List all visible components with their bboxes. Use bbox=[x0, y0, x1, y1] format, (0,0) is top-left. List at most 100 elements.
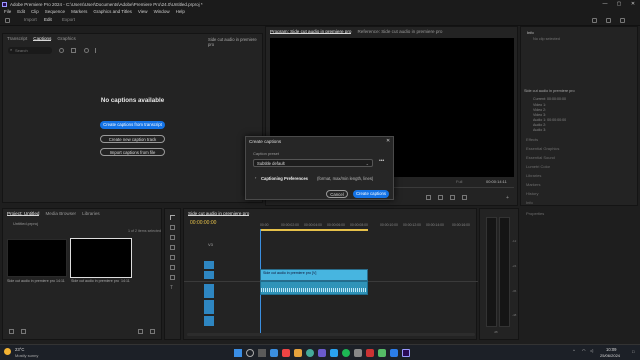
track-select-tool-icon[interactable] bbox=[170, 225, 175, 230]
create-new-caption-track-button[interactable]: Create new caption track bbox=[100, 135, 165, 143]
volume-icon[interactable]: ◁ bbox=[590, 348, 593, 353]
menu-edit[interactable]: Edit bbox=[17, 9, 25, 14]
workspace-icon[interactable] bbox=[592, 18, 597, 23]
track-target-a3[interactable] bbox=[204, 316, 214, 326]
captioning-preferences-toggle[interactable]: Captioning Preferences bbox=[261, 176, 308, 181]
chevron-right-icon[interactable]: › bbox=[255, 175, 256, 180]
maximize-button[interactable]: ▢ bbox=[612, 0, 626, 8]
timeline-timecode[interactable]: 00:00:00:00 bbox=[190, 220, 216, 226]
icon-view-icon[interactable] bbox=[21, 329, 26, 334]
pencil-icon[interactable] bbox=[95, 48, 100, 53]
list-view-icon[interactable] bbox=[9, 329, 14, 334]
tab-program[interactable]: Program: Side cut audio in premiere pro bbox=[270, 29, 352, 34]
track-target-v2[interactable] bbox=[204, 261, 214, 269]
selection-tool-icon[interactable] bbox=[170, 215, 175, 220]
weather-icon[interactable] bbox=[4, 348, 11, 355]
video-clip[interactable]: Side cut audio in premiere pro [V] bbox=[260, 269, 368, 281]
tab-sequence[interactable]: Side cut audio in premiere pro bbox=[188, 211, 250, 216]
panel-properties[interactable]: Properties bbox=[526, 211, 544, 216]
premiere-taskbar-icon[interactable] bbox=[402, 349, 410, 357]
slip-tool-icon[interactable] bbox=[170, 255, 175, 260]
merge-icon[interactable] bbox=[84, 48, 89, 53]
wifi-icon[interactable]: ◠ bbox=[582, 348, 586, 353]
search-icon[interactable] bbox=[246, 349, 254, 357]
quick-export-icon[interactable] bbox=[606, 18, 611, 23]
work-area-bar[interactable] bbox=[260, 229, 368, 231]
project-item-thumb[interactable] bbox=[7, 239, 67, 277]
new-item-icon[interactable] bbox=[138, 329, 143, 334]
tab-libraries[interactable]: Libraries bbox=[82, 211, 100, 216]
app-icon[interactable] bbox=[282, 349, 290, 357]
track-label-v3[interactable]: V3 bbox=[208, 242, 213, 247]
settings-icon[interactable] bbox=[59, 48, 64, 53]
pen-tool-icon[interactable] bbox=[170, 265, 175, 270]
windows-start-icon[interactable] bbox=[234, 349, 242, 357]
tab-transcript[interactable]: Transcript bbox=[7, 36, 27, 41]
workspace-tab-export[interactable]: Export bbox=[62, 17, 75, 22]
clock-date[interactable]: 25/06/2024 bbox=[600, 353, 620, 358]
spotify-icon[interactable] bbox=[342, 349, 350, 357]
workspace-tab-import[interactable]: Import bbox=[24, 17, 37, 22]
app-icon[interactable] bbox=[330, 349, 338, 357]
menu-view[interactable]: View bbox=[138, 9, 148, 14]
app-icon[interactable] bbox=[354, 349, 362, 357]
file-explorer-icon[interactable] bbox=[270, 349, 278, 357]
menu-markers[interactable]: Markers bbox=[71, 9, 87, 14]
panel-lumetri-color[interactable]: Lumetri Color bbox=[526, 164, 550, 169]
menu-window[interactable]: Window bbox=[154, 9, 170, 14]
tab-reference[interactable]: Reference: Side cut audio in premiere pr… bbox=[357, 29, 442, 34]
home-icon[interactable] bbox=[5, 18, 10, 23]
panel-markers[interactable]: Markers bbox=[526, 182, 540, 187]
lift-icon[interactable] bbox=[426, 195, 431, 200]
create-captions-from-transcript-button[interactable]: Create captions from transcript bbox=[100, 121, 165, 129]
fullscreen-icon[interactable] bbox=[620, 18, 625, 23]
ripple-edit-tool-icon[interactable] bbox=[170, 235, 175, 240]
dialog-cancel-button[interactable]: Cancel bbox=[326, 190, 348, 198]
panel-info[interactable]: Info bbox=[526, 200, 533, 205]
razor-tool-icon[interactable] bbox=[170, 245, 175, 250]
weather-desc[interactable]: Mostly sunny bbox=[15, 353, 38, 358]
track-target-v1[interactable] bbox=[204, 271, 214, 279]
panel-essential-graphics[interactable]: Essential Graphics bbox=[526, 146, 559, 151]
panel-essential-sound[interactable]: Essential Sound bbox=[526, 155, 555, 160]
tab-media-browser[interactable]: Media Browser bbox=[45, 211, 76, 216]
preset-select[interactable]: Subtitle default ⌄ bbox=[253, 159, 373, 167]
captions-search-input[interactable]: Search bbox=[8, 47, 52, 54]
project-item-thumb-selected[interactable] bbox=[70, 238, 132, 278]
minimize-button[interactable]: — bbox=[598, 0, 612, 8]
panel-history[interactable]: History bbox=[526, 191, 538, 196]
tab-graphics[interactable]: Graphics bbox=[57, 36, 75, 41]
app-icon[interactable] bbox=[366, 349, 374, 357]
clock-time[interactable]: 10:09 bbox=[606, 347, 616, 352]
track-target-a2[interactable] bbox=[204, 300, 214, 314]
chrome-icon[interactable] bbox=[306, 349, 314, 357]
compare-icon[interactable] bbox=[462, 195, 467, 200]
hand-tool-icon[interactable] bbox=[170, 275, 175, 280]
workspace-tab-edit[interactable]: Edit bbox=[44, 17, 52, 22]
panel-libraries[interactable]: Libraries bbox=[526, 173, 541, 178]
add-button-icon[interactable]: + bbox=[506, 195, 509, 201]
trash-icon[interactable] bbox=[150, 329, 155, 334]
tray-chevron-icon[interactable]: ^ bbox=[573, 348, 575, 353]
notification-icon[interactable]: □ bbox=[632, 349, 634, 354]
quality-select[interactable]: Full bbox=[456, 179, 462, 184]
type-tool-icon[interactable]: T bbox=[170, 285, 175, 291]
app-icon[interactable] bbox=[390, 349, 398, 357]
audio-clip[interactable] bbox=[260, 281, 368, 295]
panel-effects[interactable]: Effects bbox=[526, 137, 538, 142]
menu-help[interactable]: Help bbox=[176, 9, 185, 14]
task-view-icon[interactable] bbox=[258, 349, 266, 357]
split-icon[interactable] bbox=[71, 48, 76, 53]
tab-captions[interactable]: Captions bbox=[33, 36, 52, 41]
timeline-zoom-scrollbar[interactable] bbox=[187, 333, 475, 336]
dialog-close-button[interactable]: ✕ bbox=[386, 138, 390, 144]
preset-more-button[interactable]: ••• bbox=[379, 158, 384, 164]
close-window-button[interactable]: ✕ bbox=[626, 0, 640, 8]
export-frame-icon[interactable] bbox=[450, 195, 455, 200]
app-icon[interactable] bbox=[294, 349, 302, 357]
menu-graphics[interactable]: Graphics and Titles bbox=[93, 9, 132, 14]
extract-icon[interactable] bbox=[438, 195, 443, 200]
weather-temp[interactable]: 23°C bbox=[15, 347, 24, 352]
import-captions-button[interactable]: Import captions from file bbox=[100, 148, 165, 156]
dialog-create-captions-button[interactable]: Create captions bbox=[353, 190, 389, 198]
